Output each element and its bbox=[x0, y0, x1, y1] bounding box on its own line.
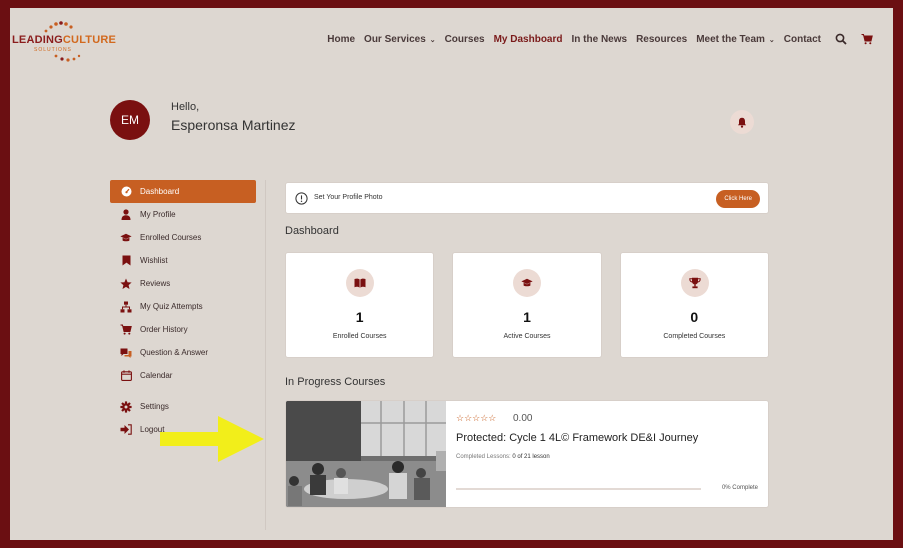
user-name: Esperonsa Martinez bbox=[171, 117, 296, 133]
chevron-down-icon: ⌄ bbox=[766, 36, 775, 44]
sidebar-item-order-history[interactable]: Order History bbox=[110, 318, 256, 341]
rating-stars: ☆☆☆☆☆ bbox=[456, 413, 497, 423]
chevron-down-icon: ⌄ bbox=[427, 36, 436, 44]
click-here-button[interactable]: Click Here bbox=[716, 190, 760, 208]
course-title[interactable]: Protected: Cycle 1 4L© Framework DE&I Jo… bbox=[456, 432, 698, 444]
avatar[interactable]: EM bbox=[110, 100, 150, 140]
dashboard-icon bbox=[120, 186, 132, 198]
greeting: Hello, bbox=[171, 101, 200, 113]
stat-card-active: 1 Active Courses bbox=[452, 252, 602, 358]
sidebar-item-label: Enrolled Courses bbox=[140, 233, 202, 242]
calendar-icon bbox=[120, 370, 132, 382]
stat-card-enrolled: 1 Enrolled Courses bbox=[285, 252, 435, 358]
info-icon bbox=[295, 192, 308, 205]
stat-value: 0 bbox=[690, 309, 699, 325]
sidebar-item-label: Dashboard bbox=[140, 187, 180, 196]
sidebar-item-label: Settings bbox=[140, 402, 169, 411]
profile-photo-prompt: Set Your Profile Photo Click Here bbox=[285, 182, 769, 214]
sidebar-item-label: Question & Answer bbox=[140, 348, 209, 357]
logo-dots-bottom-icon bbox=[54, 54, 81, 62]
star-icon bbox=[120, 278, 132, 290]
dashboard-title: Dashboard bbox=[285, 225, 339, 237]
nav-in-the-news[interactable]: In the News bbox=[572, 34, 628, 45]
rating-value: 0.00 bbox=[513, 413, 533, 424]
site-header: LEADINGCULTURE SOLUTIONS Home Our Servic… bbox=[10, 8, 893, 68]
sidebar-item-my-quiz-attempts[interactable]: My Quiz Attempts bbox=[110, 295, 256, 318]
arrow-annotation-icon bbox=[160, 416, 264, 462]
dashboard-main: Set Your Profile Photo Click Here Dashbo… bbox=[285, 182, 769, 508]
trophy-icon bbox=[688, 277, 701, 289]
profile-photo-text: Set Your Profile Photo bbox=[314, 194, 383, 201]
stat-label: Enrolled Courses bbox=[332, 333, 387, 340]
sidebar-divider bbox=[265, 180, 266, 530]
sidebar-item-calendar[interactable]: Calendar bbox=[110, 364, 256, 387]
user-icon bbox=[120, 209, 132, 221]
page-frame: LEADINGCULTURE SOLUTIONS Home Our Servic… bbox=[10, 8, 893, 540]
progress-percent: 0% Complete bbox=[721, 485, 758, 491]
stat-label: Active Courses bbox=[503, 333, 551, 340]
nav-meet-the-team[interactable]: Meet the Team ⌄ bbox=[696, 34, 775, 45]
nav-contact[interactable]: Contact bbox=[784, 34, 821, 45]
course-progress-bar bbox=[456, 488, 701, 490]
sitemap-icon bbox=[120, 301, 132, 313]
logo-dots-icon bbox=[44, 21, 73, 33]
site-logo[interactable]: LEADINGCULTURE SOLUTIONS bbox=[12, 20, 116, 62]
main-nav: Home Our Services ⌄ Courses My Dashboard… bbox=[318, 33, 873, 45]
notification-button[interactable] bbox=[730, 110, 754, 134]
nav-my-dashboard[interactable]: My Dashboard bbox=[494, 34, 563, 45]
search-icon[interactable] bbox=[835, 33, 847, 45]
stat-card-completed: 0 Completed Courses bbox=[619, 252, 769, 358]
stat-value: 1 bbox=[523, 309, 531, 325]
cart-icon bbox=[120, 324, 132, 336]
in-progress-title: In Progress Courses bbox=[285, 376, 386, 388]
gear-icon bbox=[120, 400, 132, 413]
graduation-cap-icon bbox=[521, 278, 533, 287]
dashboard-sidebar: Dashboard My Profile Enrolled Courses Wi… bbox=[110, 180, 256, 441]
dashboard-content: EM Hello, Esperonsa Martinez Dashboard M… bbox=[100, 88, 870, 538]
sidebar-item-label: My Quiz Attempts bbox=[140, 302, 203, 311]
sidebar-item-dashboard[interactable]: Dashboard bbox=[110, 180, 256, 203]
sidebar-item-label: Wishlist bbox=[140, 256, 168, 265]
sidebar-item-label: Order History bbox=[140, 325, 188, 334]
user-header: EM Hello, Esperonsa Martinez bbox=[110, 98, 770, 148]
course-card[interactable]: ☆☆☆☆☆ 0.00 Protected: Cycle 1 4L© Framew… bbox=[285, 400, 769, 508]
bell-icon bbox=[738, 117, 746, 128]
logo-wordmark: LEADINGCULTURE bbox=[12, 34, 117, 46]
nav-resources[interactable]: Resources bbox=[636, 34, 687, 45]
sidebar-item-wishlist[interactable]: Wishlist bbox=[110, 249, 256, 272]
course-thumbnail[interactable] bbox=[286, 401, 446, 508]
graduation-cap-icon bbox=[120, 232, 132, 244]
nav-courses[interactable]: Courses bbox=[445, 34, 485, 45]
nav-our-services[interactable]: Our Services ⌄ bbox=[364, 34, 436, 45]
logout-icon bbox=[120, 424, 132, 436]
cart-icon[interactable] bbox=[861, 33, 873, 45]
completed-lessons: Completed Lessons: 0 of 21 lesson bbox=[456, 454, 550, 460]
book-icon bbox=[354, 278, 366, 288]
stat-label: Completed Courses bbox=[663, 333, 726, 340]
sidebar-item-label: My Profile bbox=[140, 210, 176, 219]
sidebar-item-reviews[interactable]: Reviews bbox=[110, 272, 256, 295]
sidebar-item-label: Reviews bbox=[140, 279, 171, 288]
sidebar-item-my-profile[interactable]: My Profile bbox=[110, 203, 256, 226]
nav-home[interactable]: Home bbox=[327, 34, 355, 45]
question-answer-icon bbox=[120, 347, 132, 359]
sidebar-item-label: Calendar bbox=[140, 371, 173, 380]
bookmark-icon bbox=[120, 255, 132, 267]
sidebar-item-enrolled-courses[interactable]: Enrolled Courses bbox=[110, 226, 256, 249]
sidebar-item-question-answer[interactable]: Question & Answer bbox=[110, 341, 256, 364]
stats-row: 1 Enrolled Courses 1 Active Courses 0 Co… bbox=[285, 252, 769, 358]
stat-value: 1 bbox=[355, 309, 364, 325]
